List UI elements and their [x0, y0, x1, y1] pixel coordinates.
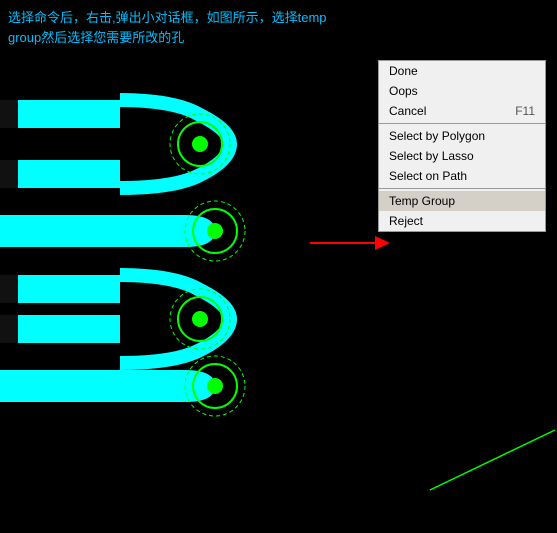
menu-item-oops[interactable]: Oops: [379, 81, 545, 101]
menu-item-select-by-lasso[interactable]: Select by Lasso: [379, 146, 545, 166]
separator-1: [379, 123, 545, 124]
menu-item-select-on-path[interactable]: Select on Path: [379, 166, 545, 186]
cancel-shortcut: F11: [515, 104, 535, 118]
menu-item-select-by-polygon[interactable]: Select by Polygon: [379, 126, 545, 146]
context-menu: Done Oops Cancel F11 Select by Polygon S…: [378, 60, 546, 232]
menu-item-temp-group[interactable]: Temp Group: [379, 191, 545, 211]
annotation-arrow: [310, 228, 430, 258]
instruction-text: 选择命令后，右击,弹出小对话框，如图所示，选择temp group然后选择您需要…: [8, 8, 348, 47]
menu-item-done[interactable]: Done: [379, 61, 545, 81]
separator-2: [379, 188, 545, 189]
menu-item-cancel[interactable]: Cancel F11: [379, 101, 545, 121]
